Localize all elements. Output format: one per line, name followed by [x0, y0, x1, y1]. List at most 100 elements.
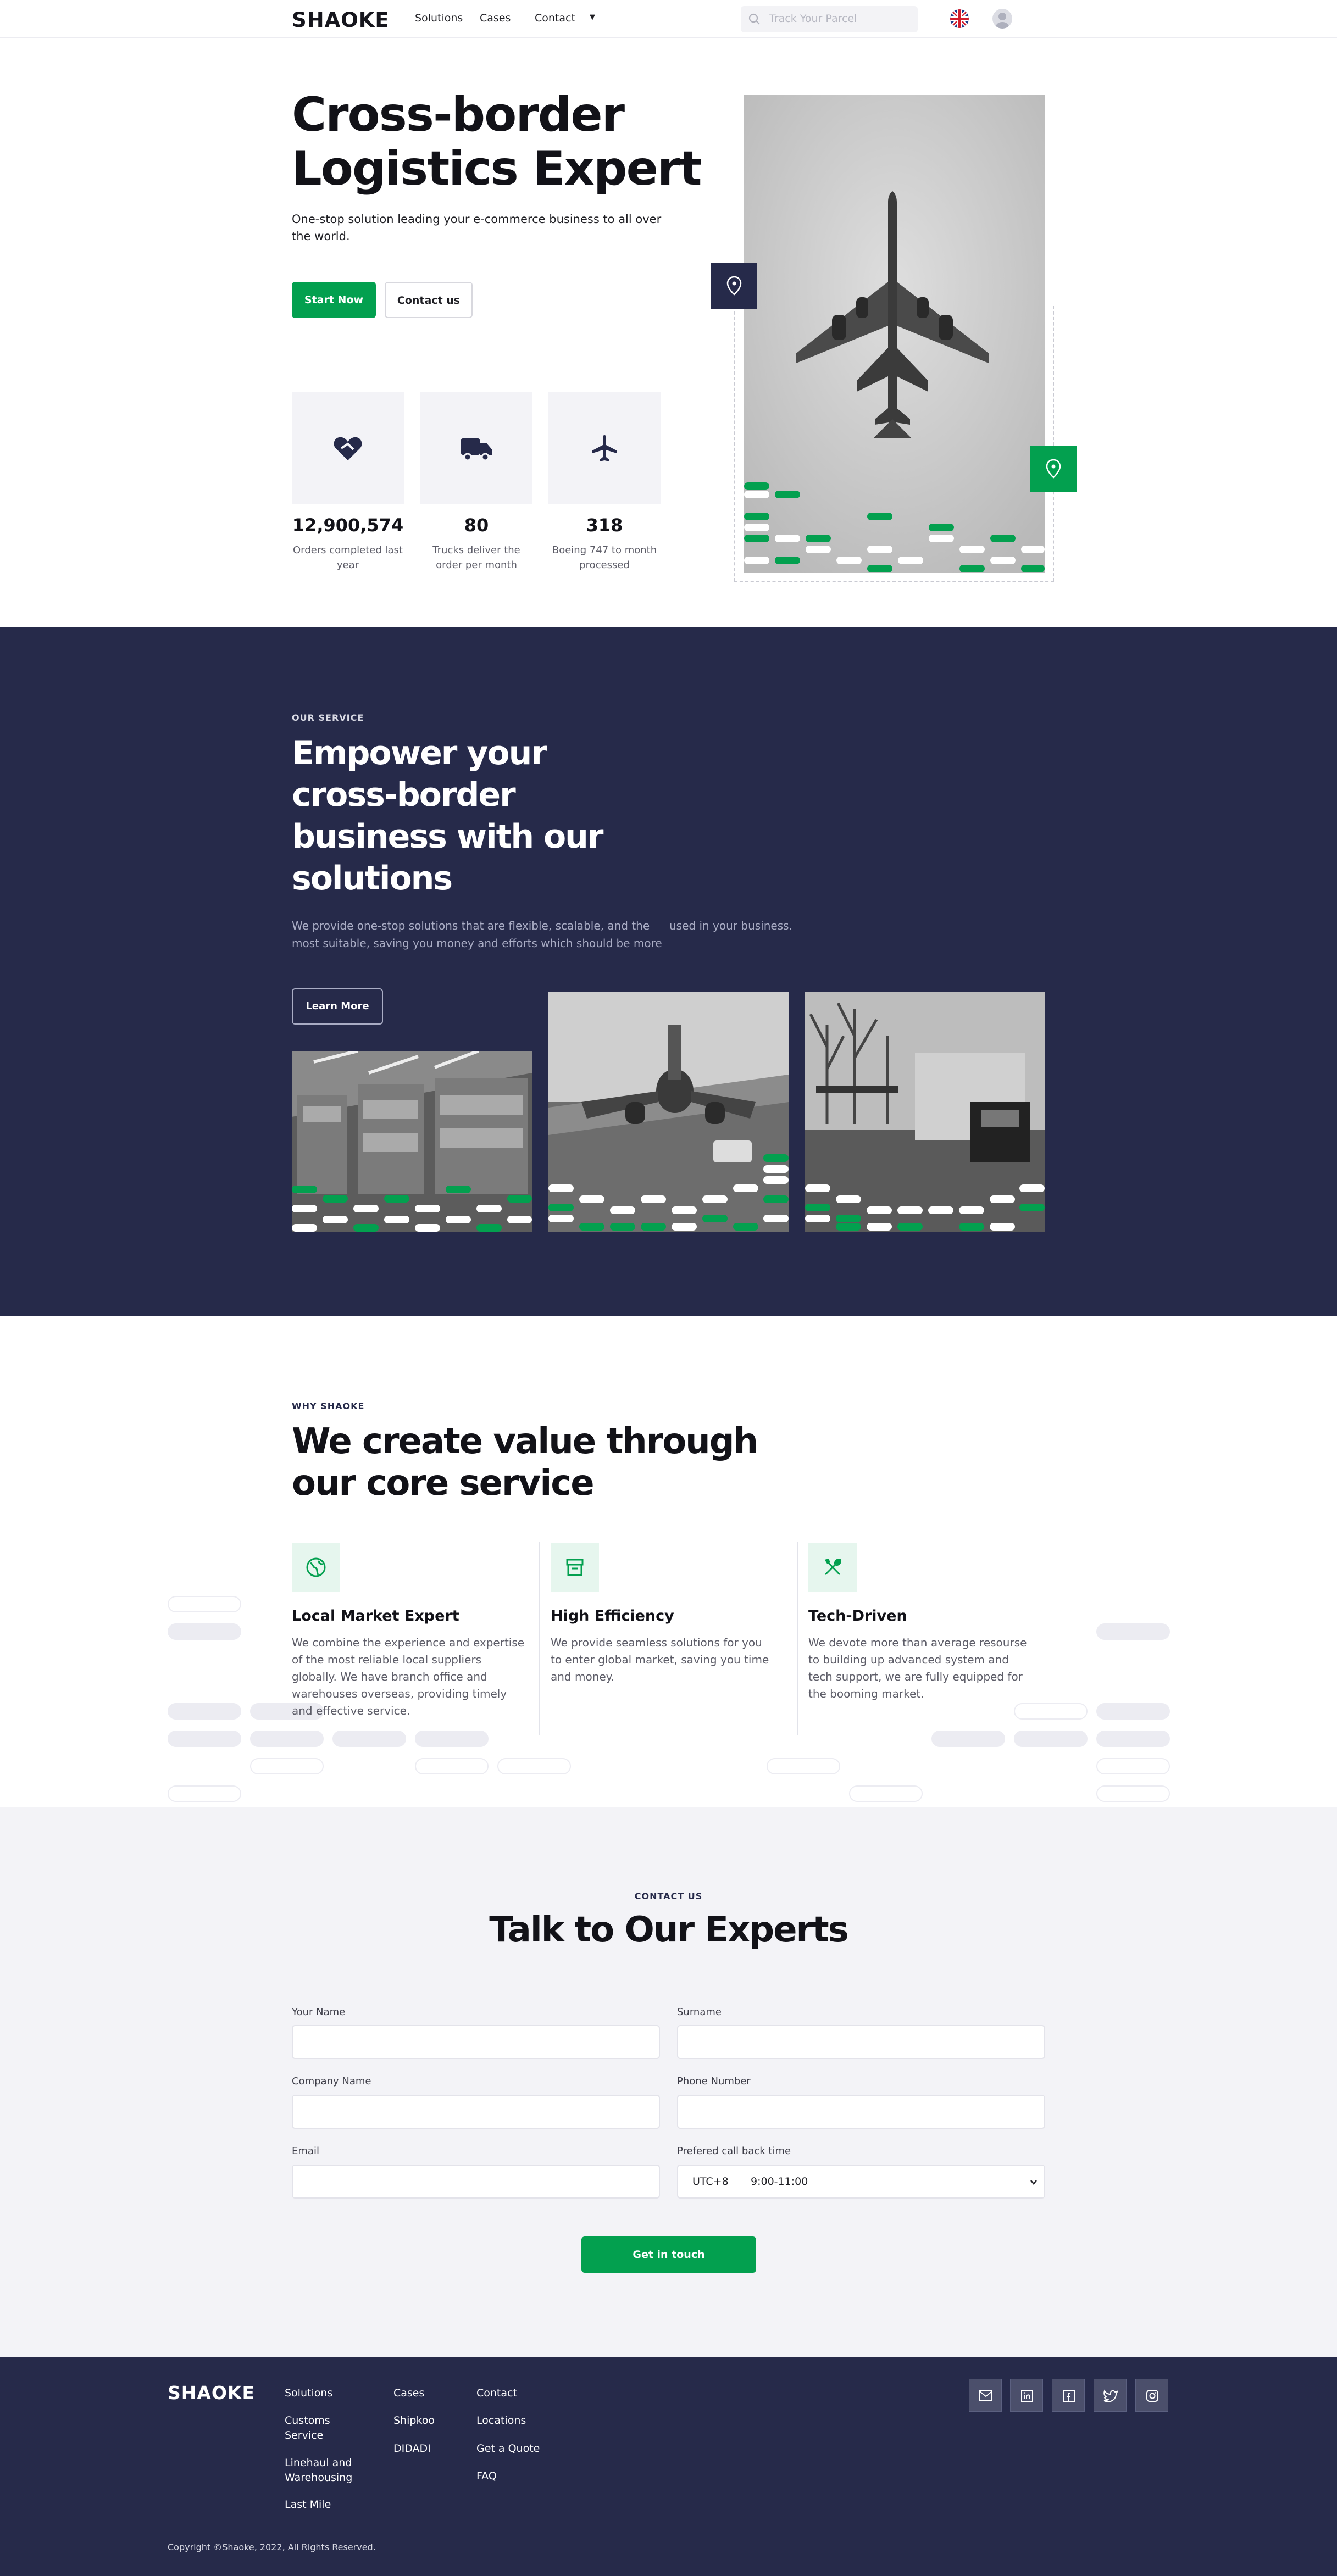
logo[interactable]: SHAOKE: [292, 8, 390, 32]
footer-link-didadi[interactable]: DIDADI: [393, 2441, 431, 2456]
email-input[interactable]: [292, 2165, 660, 2199]
feature-text-local: We combine the experience and expertise …: [292, 1636, 525, 1717]
feature-title-tech: Tech-Driven: [808, 1607, 907, 1624]
decorative-pill: [497, 1758, 571, 1774]
user-avatar-icon[interactable]: [992, 9, 1012, 29]
decorative-pill: [1014, 1731, 1088, 1747]
search-icon: [748, 13, 760, 25]
airport-image[interactable]: [548, 992, 789, 1232]
footer-link-shipkoo[interactable]: Shipkoo: [393, 2413, 435, 2428]
service-desc-line1: We provide one-stop solutions that are f…: [292, 919, 650, 932]
decorative-pill: [168, 1703, 241, 1720]
nav-contact[interactable]: Contact: [535, 12, 575, 24]
location-pin-icon: [726, 276, 742, 296]
service-eyebrow: OUR SERVICE: [292, 713, 364, 723]
location-pin-green: [1030, 446, 1077, 492]
label-phone-number: Phone Number: [677, 2076, 751, 2087]
footer-link-cases[interactable]: Cases: [393, 2386, 424, 2401]
phone-number-input[interactable]: [677, 2095, 1045, 2129]
label-email: Email: [292, 2145, 319, 2157]
decorative-pill: [168, 1596, 241, 1612]
heart-handshake-icon: [334, 437, 362, 460]
feature-divider: [539, 1542, 540, 1735]
facebook-icon[interactable]: [1052, 2379, 1085, 2412]
callback-time-select[interactable]: UTC+8 9:00-11:00: [677, 2165, 1045, 2199]
decorative-pill: [415, 1731, 489, 1747]
your-name-input[interactable]: [292, 2025, 660, 2059]
chevron-down-icon[interactable]: ▼: [590, 13, 595, 21]
stat-card-boeing: [548, 392, 661, 504]
decorative-pill: [1096, 1703, 1170, 1720]
nav-cases[interactable]: Cases: [480, 12, 511, 24]
learn-more-button[interactable]: Learn More: [292, 988, 383, 1025]
copyright-text: Copyright ©Shaoke, 2022, All Rights Rese…: [168, 2542, 376, 2552]
footer-link-locations[interactable]: Locations: [476, 2413, 526, 2428]
airplane-icon: [592, 435, 617, 461]
footer-link-linehaul[interactable]: Linehaul and Warehousing: [285, 2456, 362, 2485]
get-in-touch-button[interactable]: Get in touch: [581, 2236, 756, 2273]
footer-link-faq[interactable]: FAQ: [476, 2469, 497, 2484]
chevron-down-icon: [1030, 2180, 1037, 2185]
stat-card-orders: [292, 392, 404, 504]
service-title: Empower your cross-border business with …: [292, 734, 603, 898]
instagram-icon[interactable]: [1135, 2379, 1168, 2412]
top-navbar: [0, 0, 1337, 38]
timezone-value: UTC+8: [692, 2176, 729, 2188]
contact-title: Talk to Our Experts: [489, 1910, 849, 1950]
decorative-pill: [250, 1731, 324, 1747]
label-surname: Surname: [677, 2006, 722, 2018]
label-your-name: Your Name: [292, 2006, 346, 2018]
decorative-pill: [1014, 1703, 1088, 1720]
decorative-pill: [168, 1785, 241, 1802]
decorative-bars: [744, 482, 1045, 572]
footer-link-customs[interactable]: Customs Service: [285, 2413, 351, 2443]
why-eyebrow: WHY SHAOKE: [292, 1401, 365, 1411]
surname-input[interactable]: [677, 2025, 1045, 2059]
decorative-pill: [1096, 1758, 1170, 1774]
hero-subtitle: One-stop solution leading your e-commerc…: [292, 213, 662, 243]
stat-label-orders: Orders completed last year: [293, 544, 403, 571]
footer-logo[interactable]: SHAOKE: [168, 2382, 255, 2403]
globe-icon: [306, 1557, 326, 1577]
mail-icon[interactable]: [969, 2379, 1002, 2412]
feature-icon-box: [551, 1543, 599, 1592]
footer-link-last-mile[interactable]: Last Mile: [285, 2497, 331, 2512]
contact-us-button[interactable]: Contact us: [385, 282, 473, 318]
hero-airplane-image: [744, 95, 1045, 573]
hero-title: Cross-border Logistics Expert: [292, 87, 702, 196]
decorative-pill: [332, 1731, 406, 1747]
uk-flag-icon[interactable]: [950, 9, 969, 28]
decorative-pill: [250, 1758, 324, 1774]
service-desc-line1-end: used in your business.: [669, 919, 792, 932]
tools-icon: [824, 1559, 841, 1576]
decorative-pill: [1096, 1785, 1170, 1802]
label-company-name: Company Name: [292, 2076, 371, 2087]
stat-label-boeing: Boeing 747 to month processed: [552, 544, 657, 571]
company-name-input[interactable]: [292, 2095, 660, 2129]
decorative-pill: [849, 1785, 923, 1802]
feature-text-efficiency: We provide seamless solutions for you to…: [551, 1636, 769, 1683]
linkedin-icon[interactable]: [1010, 2379, 1043, 2412]
footer-link-solutions[interactable]: Solutions: [285, 2386, 332, 2401]
feature-title-efficiency: High Efficiency: [551, 1607, 674, 1624]
twitter-icon[interactable]: [1094, 2379, 1127, 2412]
stat-value-trucks: 80: [464, 515, 489, 536]
search-input[interactable]: Track Your Parcel: [741, 6, 918, 32]
archive-box-icon: [566, 1559, 584, 1576]
contact-eyebrow: CONTACT US: [634, 1891, 703, 1901]
decorative-pill: [415, 1758, 489, 1774]
footer-link-contact[interactable]: Contact: [476, 2386, 517, 2401]
location-pin-icon: [1046, 459, 1061, 479]
warehouse-image[interactable]: [292, 1051, 532, 1232]
decorative-pill: [168, 1731, 241, 1747]
nav-solutions[interactable]: Solutions: [415, 12, 463, 24]
decorative-pill: [168, 1623, 241, 1640]
truck-highway-image[interactable]: [805, 992, 1045, 1232]
service-desc-line2: most suitable, saving you money and effo…: [292, 937, 662, 950]
feature-icon-box: [808, 1543, 857, 1592]
stat-label-trucks: Trucks deliver the order per month: [432, 544, 520, 571]
time-value: 9:00-11:00: [751, 2176, 808, 2188]
label-callback-time: Prefered call back time: [677, 2145, 791, 2157]
footer-link-quote[interactable]: Get a Quote: [476, 2441, 540, 2456]
start-now-button[interactable]: Start Now: [292, 282, 376, 318]
